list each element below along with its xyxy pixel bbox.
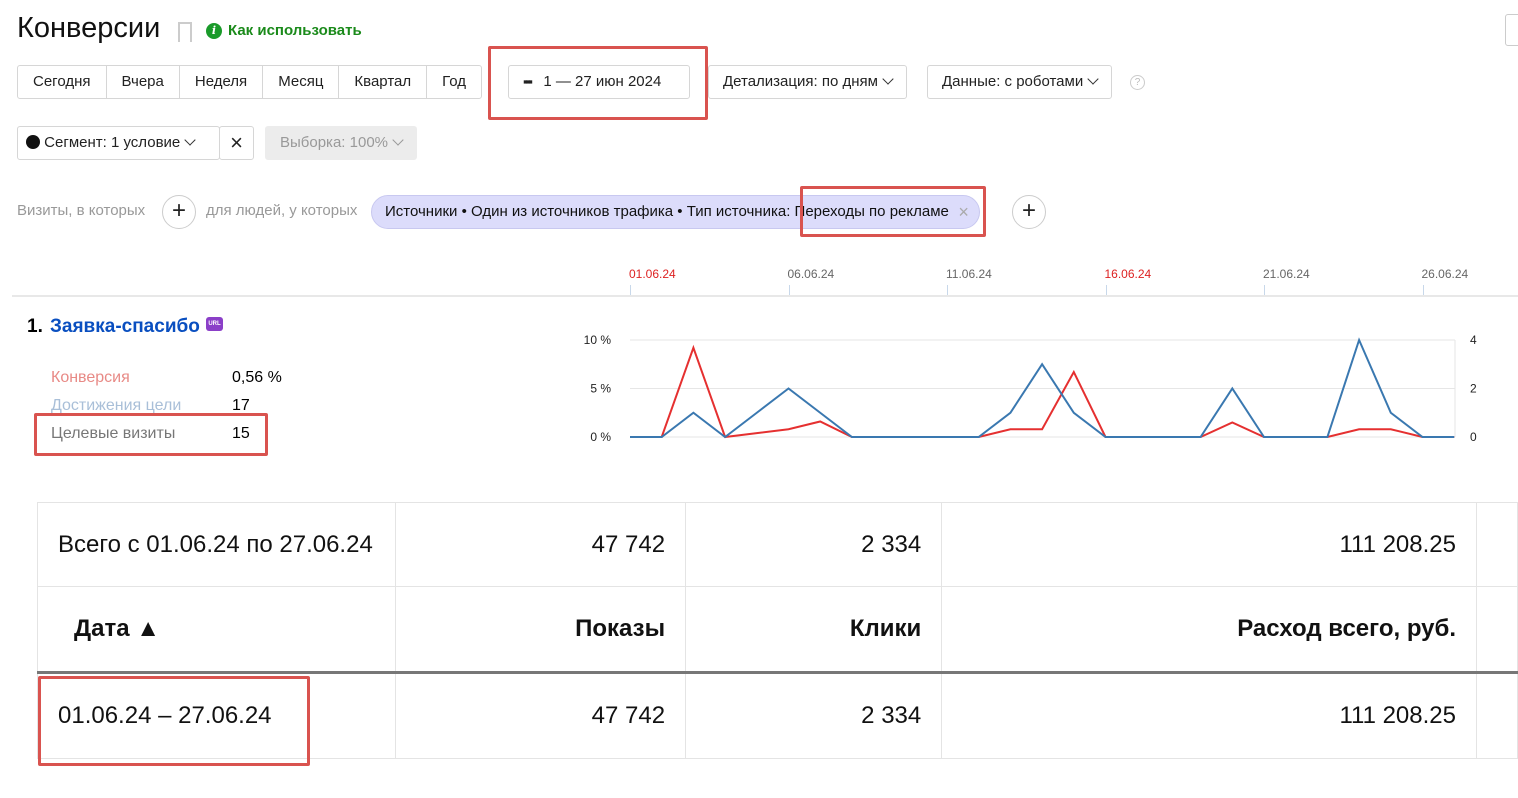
header-row: Дата ▲ Показы Клики Расход всего, руб. [36,586,1518,673]
row-spend: 111 208.25 [941,672,1477,759]
total-clicks: 2 334 [685,502,943,587]
spacer-cell [1476,502,1518,587]
row-impressions: 47 742 [395,672,687,759]
y-right-tick-label: 2 [1470,382,1477,396]
series-line [630,344,1455,439]
y-left-tick-label: 5 % [590,382,611,396]
y-right-tick-label: 4 [1470,333,1477,347]
goal-chart: 0 % 0 5 % 2 10 % 4 [584,333,1477,444]
spacer-cell [1476,586,1518,673]
y-left-tick-label: 0 % [590,430,611,444]
y-right-tick-label: 0 [1470,430,1477,444]
header-date[interactable]: Дата ▲ [36,586,397,673]
spacer-cell [1476,672,1518,759]
totals-row: Всего с 01.06.24 по 27.06.24 47 742 2 33… [36,502,1518,587]
y-left-tick-label: 10 % [584,333,612,347]
highlight-box [38,676,310,766]
header-clicks[interactable]: Клики [685,586,943,673]
total-spend: 111 208.25 [941,502,1477,587]
header-spend[interactable]: Расход всего, руб. [941,586,1477,673]
totals-label: Всего с 01.06.24 по 27.06.24 [36,502,397,587]
row-clicks: 2 334 [685,672,943,759]
header-impressions[interactable]: Показы [395,586,687,673]
total-impressions: 47 742 [395,502,687,587]
